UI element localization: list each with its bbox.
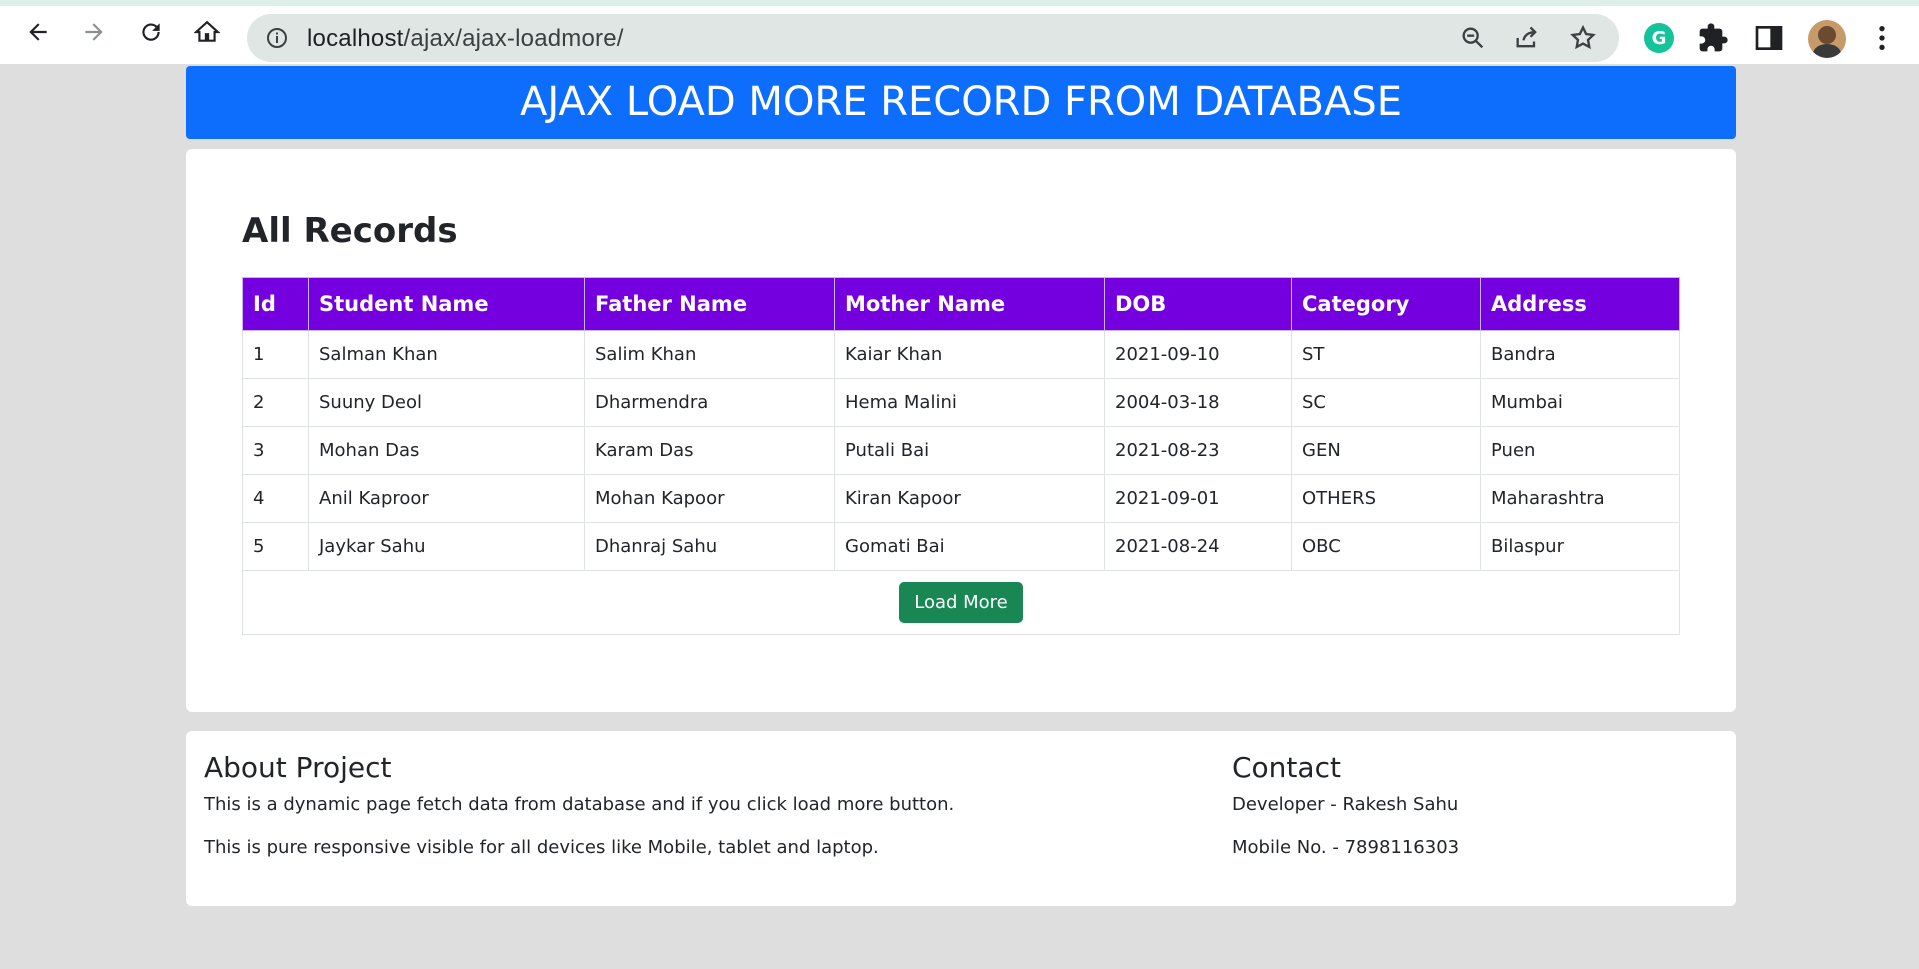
- menu-kebab-icon[interactable]: [1866, 22, 1898, 54]
- cell-dob: 2021-08-24: [1104, 522, 1292, 571]
- url-host: localhost: [307, 25, 404, 52]
- cell-address: Bandra: [1480, 330, 1680, 379]
- cell-father-name: Mohan Kapoor: [584, 474, 835, 523]
- grammarly-icon[interactable]: G: [1643, 22, 1675, 54]
- cell-mother-name: Hema Malini: [834, 378, 1105, 427]
- home-icon[interactable]: [185, 10, 229, 54]
- cell-address: Mumbai: [1480, 378, 1680, 427]
- svg-text:G: G: [1652, 28, 1667, 49]
- cell-id: 1: [242, 330, 309, 379]
- cell-address: Puen: [1480, 426, 1680, 475]
- table-row: 4 Anil Kaproor Mohan Kapoor Kiran Kapoor…: [242, 474, 1680, 523]
- cell-id: 2: [242, 378, 309, 427]
- cell-student-name: Mohan Das: [308, 426, 585, 475]
- column-header-category: Category: [1291, 277, 1481, 331]
- cell-address: Bilaspur: [1480, 522, 1680, 571]
- info-icon[interactable]: [265, 26, 289, 50]
- contact-mobile: Mobile No. - 7898116303: [1232, 837, 1460, 858]
- cell-category: SC: [1291, 378, 1481, 427]
- cell-father-name: Dharmendra: [584, 378, 835, 427]
- profile-avatar[interactable]: [1808, 20, 1846, 58]
- contact-section: Contact Developer - Rakesh Sahu Mobile N…: [1232, 751, 1459, 880]
- cell-student-name: Salman Khan: [308, 330, 585, 379]
- back-icon[interactable]: [16, 10, 60, 54]
- extensions-puzzle-icon[interactable]: [1697, 22, 1729, 54]
- about-text-1: This is a dynamic page fetch data from d…: [204, 794, 955, 815]
- column-header-student-name: Student Name: [308, 277, 585, 331]
- url-text[interactable]: localhost/ajax/ajax-loadmore/: [307, 25, 624, 53]
- cell-mother-name: Gomati Bai: [834, 522, 1105, 571]
- forward-icon[interactable]: [72, 10, 116, 54]
- contact-developer: Developer - Rakesh Sahu: [1232, 794, 1459, 815]
- table-header-row: Id Student Name Father Name Mother Name …: [242, 277, 1680, 331]
- url-path: /ajax/ajax-loadmore/: [403, 25, 624, 52]
- records-table: Id Student Name Father Name Mother Name …: [242, 277, 1680, 635]
- footer-card: About Project This is a dynamic page fet…: [186, 731, 1736, 906]
- zoom-icon[interactable]: [1459, 24, 1487, 52]
- about-text-2: This is pure responsive visible for all …: [204, 837, 879, 858]
- cell-id: 3: [242, 426, 309, 475]
- cell-category: GEN: [1291, 426, 1481, 475]
- cell-mother-name: Kaiar Khan: [834, 330, 1105, 379]
- records-card: All Records Id Student Name Father Name …: [186, 149, 1736, 712]
- cell-id: 5: [242, 522, 309, 571]
- page-header-banner: AJAX LOAD MORE RECORD FROM DATABASE: [186, 66, 1736, 139]
- cell-dob: 2021-09-01: [1104, 474, 1292, 523]
- column-header-father-name: Father Name: [584, 277, 835, 331]
- cell-category: OBC: [1291, 522, 1481, 571]
- cell-father-name: Karam Das: [584, 426, 835, 475]
- load-more-cell: Load More: [242, 570, 1680, 635]
- cell-father-name: Dhanraj Sahu: [584, 522, 835, 571]
- cell-student-name: Suuny Deol: [308, 378, 585, 427]
- column-header-address: Address: [1480, 277, 1680, 331]
- cell-mother-name: Putali Bai: [834, 426, 1105, 475]
- load-more-button[interactable]: Load More: [899, 582, 1023, 623]
- load-more-row: Load More: [242, 570, 1680, 635]
- cell-category: OTHERS: [1291, 474, 1481, 523]
- cell-mother-name: Kiran Kapoor: [834, 474, 1105, 523]
- column-header-mother-name: Mother Name: [834, 277, 1105, 331]
- about-title: About Project: [204, 751, 392, 784]
- cell-dob: 2004-03-18: [1104, 378, 1292, 427]
- cell-student-name: Anil Kaproor: [308, 474, 585, 523]
- cell-dob: 2021-08-23: [1104, 426, 1292, 475]
- table-row: 1 Salman Khan Salim Khan Kaiar Khan 2021…: [242, 330, 1680, 379]
- cell-category: ST: [1291, 330, 1481, 379]
- table-row: 2 Suuny Deol Dharmendra Hema Malini 2004…: [242, 378, 1680, 427]
- side-panel-icon[interactable]: [1753, 22, 1785, 54]
- about-section: About Project This is a dynamic page fet…: [204, 751, 954, 880]
- table-row: 3 Mohan Das Karam Das Putali Bai 2021-08…: [242, 426, 1680, 475]
- browser-toolbar: localhost/ajax/ajax-loadmore/ G: [0, 0, 1919, 64]
- cell-id: 4: [242, 474, 309, 523]
- cell-student-name: Jaykar Sahu: [308, 522, 585, 571]
- column-header-id: Id: [242, 277, 309, 331]
- records-title: All Records: [242, 211, 458, 251]
- column-header-dob: DOB: [1104, 277, 1292, 331]
- contact-title: Contact: [1232, 751, 1341, 784]
- bookmark-star-icon[interactable]: [1569, 24, 1597, 52]
- address-bar[interactable]: localhost/ajax/ajax-loadmore/: [247, 14, 1619, 62]
- reload-icon[interactable]: [129, 10, 173, 54]
- cell-father-name: Salim Khan: [584, 330, 835, 379]
- cell-address: Maharashtra: [1480, 474, 1680, 523]
- cell-dob: 2021-09-10: [1104, 330, 1292, 379]
- share-icon[interactable]: [1513, 24, 1541, 52]
- table-row: 5 Jaykar Sahu Dhanraj Sahu Gomati Bai 20…: [242, 522, 1680, 571]
